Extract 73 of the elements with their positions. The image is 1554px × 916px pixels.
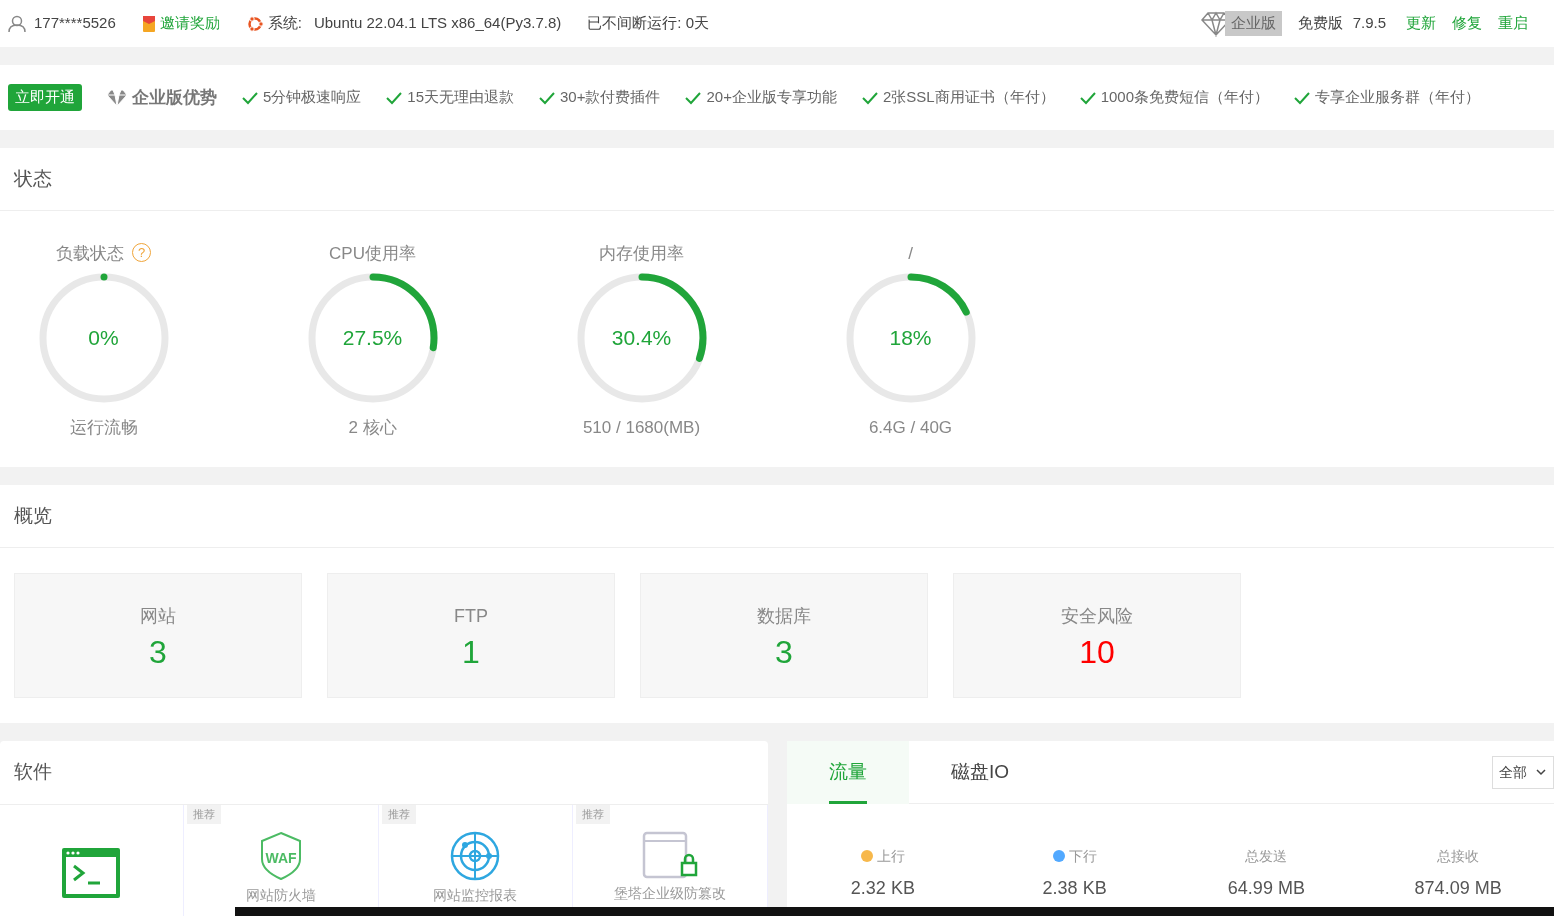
feature-text: 5分钟极速响应 (263, 87, 362, 108)
version-text: 7.9.5 (1352, 13, 1386, 34)
system-info: Ubuntu 22.04.1 LTS x86_64(Py3.7.8) (313, 13, 562, 34)
gauge-label: CPU使用率 (329, 244, 416, 263)
gauge-label: / (908, 244, 913, 263)
overview-card[interactable]: 网站 3 (14, 573, 302, 698)
action-link[interactable]: 重启 (1498, 12, 1528, 35)
tab[interactable]: 磁盘IO (909, 740, 1052, 804)
stat-label: 下行 (1068, 848, 1097, 864)
user-name: 177****5526 (34, 13, 116, 34)
gauge-label: 内存使用率 (599, 244, 684, 263)
software-name[interactable]: 网站防火墙 (245, 885, 316, 906)
stat-label: 上行 (876, 848, 905, 864)
enterprise-badge[interactable]: 企业版 (1224, 11, 1282, 36)
terminal-icon[interactable] (61, 847, 122, 899)
feature-text: 专享企业服务群（年付） (1315, 87, 1480, 108)
gauge-value: 27.5% (341, 324, 404, 351)
action-link[interactable]: 修复 (1452, 12, 1482, 35)
software-name[interactable]: 堡塔企业级防篡改 (614, 883, 727, 904)
feature-text: 2张SSL商用证书（年付） (882, 87, 1055, 108)
card-value: 10 (1079, 636, 1115, 668)
software-name[interactable]: 网站监控报表 (433, 885, 518, 906)
overview-card[interactable]: 数据库 3 (640, 573, 928, 698)
feature-text: 30+款付费插件 (560, 87, 661, 108)
gauge-caption: 6.4G / 40G (868, 416, 953, 439)
panel-title: 状态 (0, 148, 1554, 211)
activate-button[interactable]: 立即开通 (8, 84, 82, 111)
window-lock-icon[interactable] (642, 831, 699, 879)
recommend-tag: 推荐 (186, 805, 221, 824)
card-value: 3 (775, 636, 793, 668)
feature-text: 20+企业版专享功能 (706, 87, 837, 108)
system-label: 系统: (267, 13, 302, 34)
gauge-label: 负载状态 (56, 244, 124, 263)
gauge-value: 0% (87, 324, 120, 351)
scrollbar[interactable] (235, 907, 1554, 916)
card-value: 3 (149, 636, 167, 668)
envelope-icon (141, 14, 156, 33)
radar-icon[interactable] (450, 831, 501, 881)
feature-text: 1000条免费短信（年付） (1100, 87, 1269, 108)
recommend-tag: 推荐 (576, 805, 611, 824)
overview-card[interactable]: 安全风险 10 (953, 573, 1241, 698)
edition-text: 免费版 (1297, 13, 1343, 34)
gauge-value: 30.4% (610, 324, 673, 351)
panel-title: 概览 (0, 485, 1554, 548)
user-icon (8, 14, 26, 33)
gauge-caption: 2 核心 (348, 416, 397, 439)
panel-title: 软件 (13, 760, 53, 785)
tab[interactable]: 流量 (787, 740, 909, 804)
card-label: 数据库 (757, 605, 811, 628)
promo-title: 企业版优势 (132, 86, 217, 109)
feature-text: 15天无理由退款 (407, 87, 515, 108)
gauge-value: 18% (888, 324, 933, 351)
action-link[interactable]: 更新 (1406, 12, 1436, 35)
overview-card[interactable]: FTP 1 (327, 573, 615, 698)
gauge-caption: 运行流畅 (69, 416, 138, 439)
stat-value: 2.32 KB (849, 877, 916, 900)
recommend-tag: 推荐 (381, 805, 416, 824)
card-value: 1 (462, 636, 480, 668)
card-label: FTP (454, 605, 488, 628)
stat-value: 64.99 MB (1226, 877, 1306, 900)
range-select[interactable]: 全部 (1492, 755, 1554, 789)
uptime-text: 已不间断运行: 0天 (587, 13, 709, 34)
card-label: 网站 (140, 605, 176, 628)
invite-link[interactable]: 邀请奖励 (159, 12, 220, 35)
stat-label: 总接收 (1437, 848, 1480, 864)
stat-value: 874.09 MB (1413, 877, 1503, 900)
ubuntu-icon (245, 14, 264, 33)
shield-icon[interactable]: WAF (258, 831, 303, 881)
gauge-caption: 510 / 1680(MB) (582, 416, 701, 439)
stat-value: 2.38 KB (1041, 877, 1108, 900)
card-label: 安全风险 (1061, 605, 1133, 628)
chevron-icon (1535, 767, 1547, 777)
stat-label: 总发送 (1245, 848, 1288, 864)
